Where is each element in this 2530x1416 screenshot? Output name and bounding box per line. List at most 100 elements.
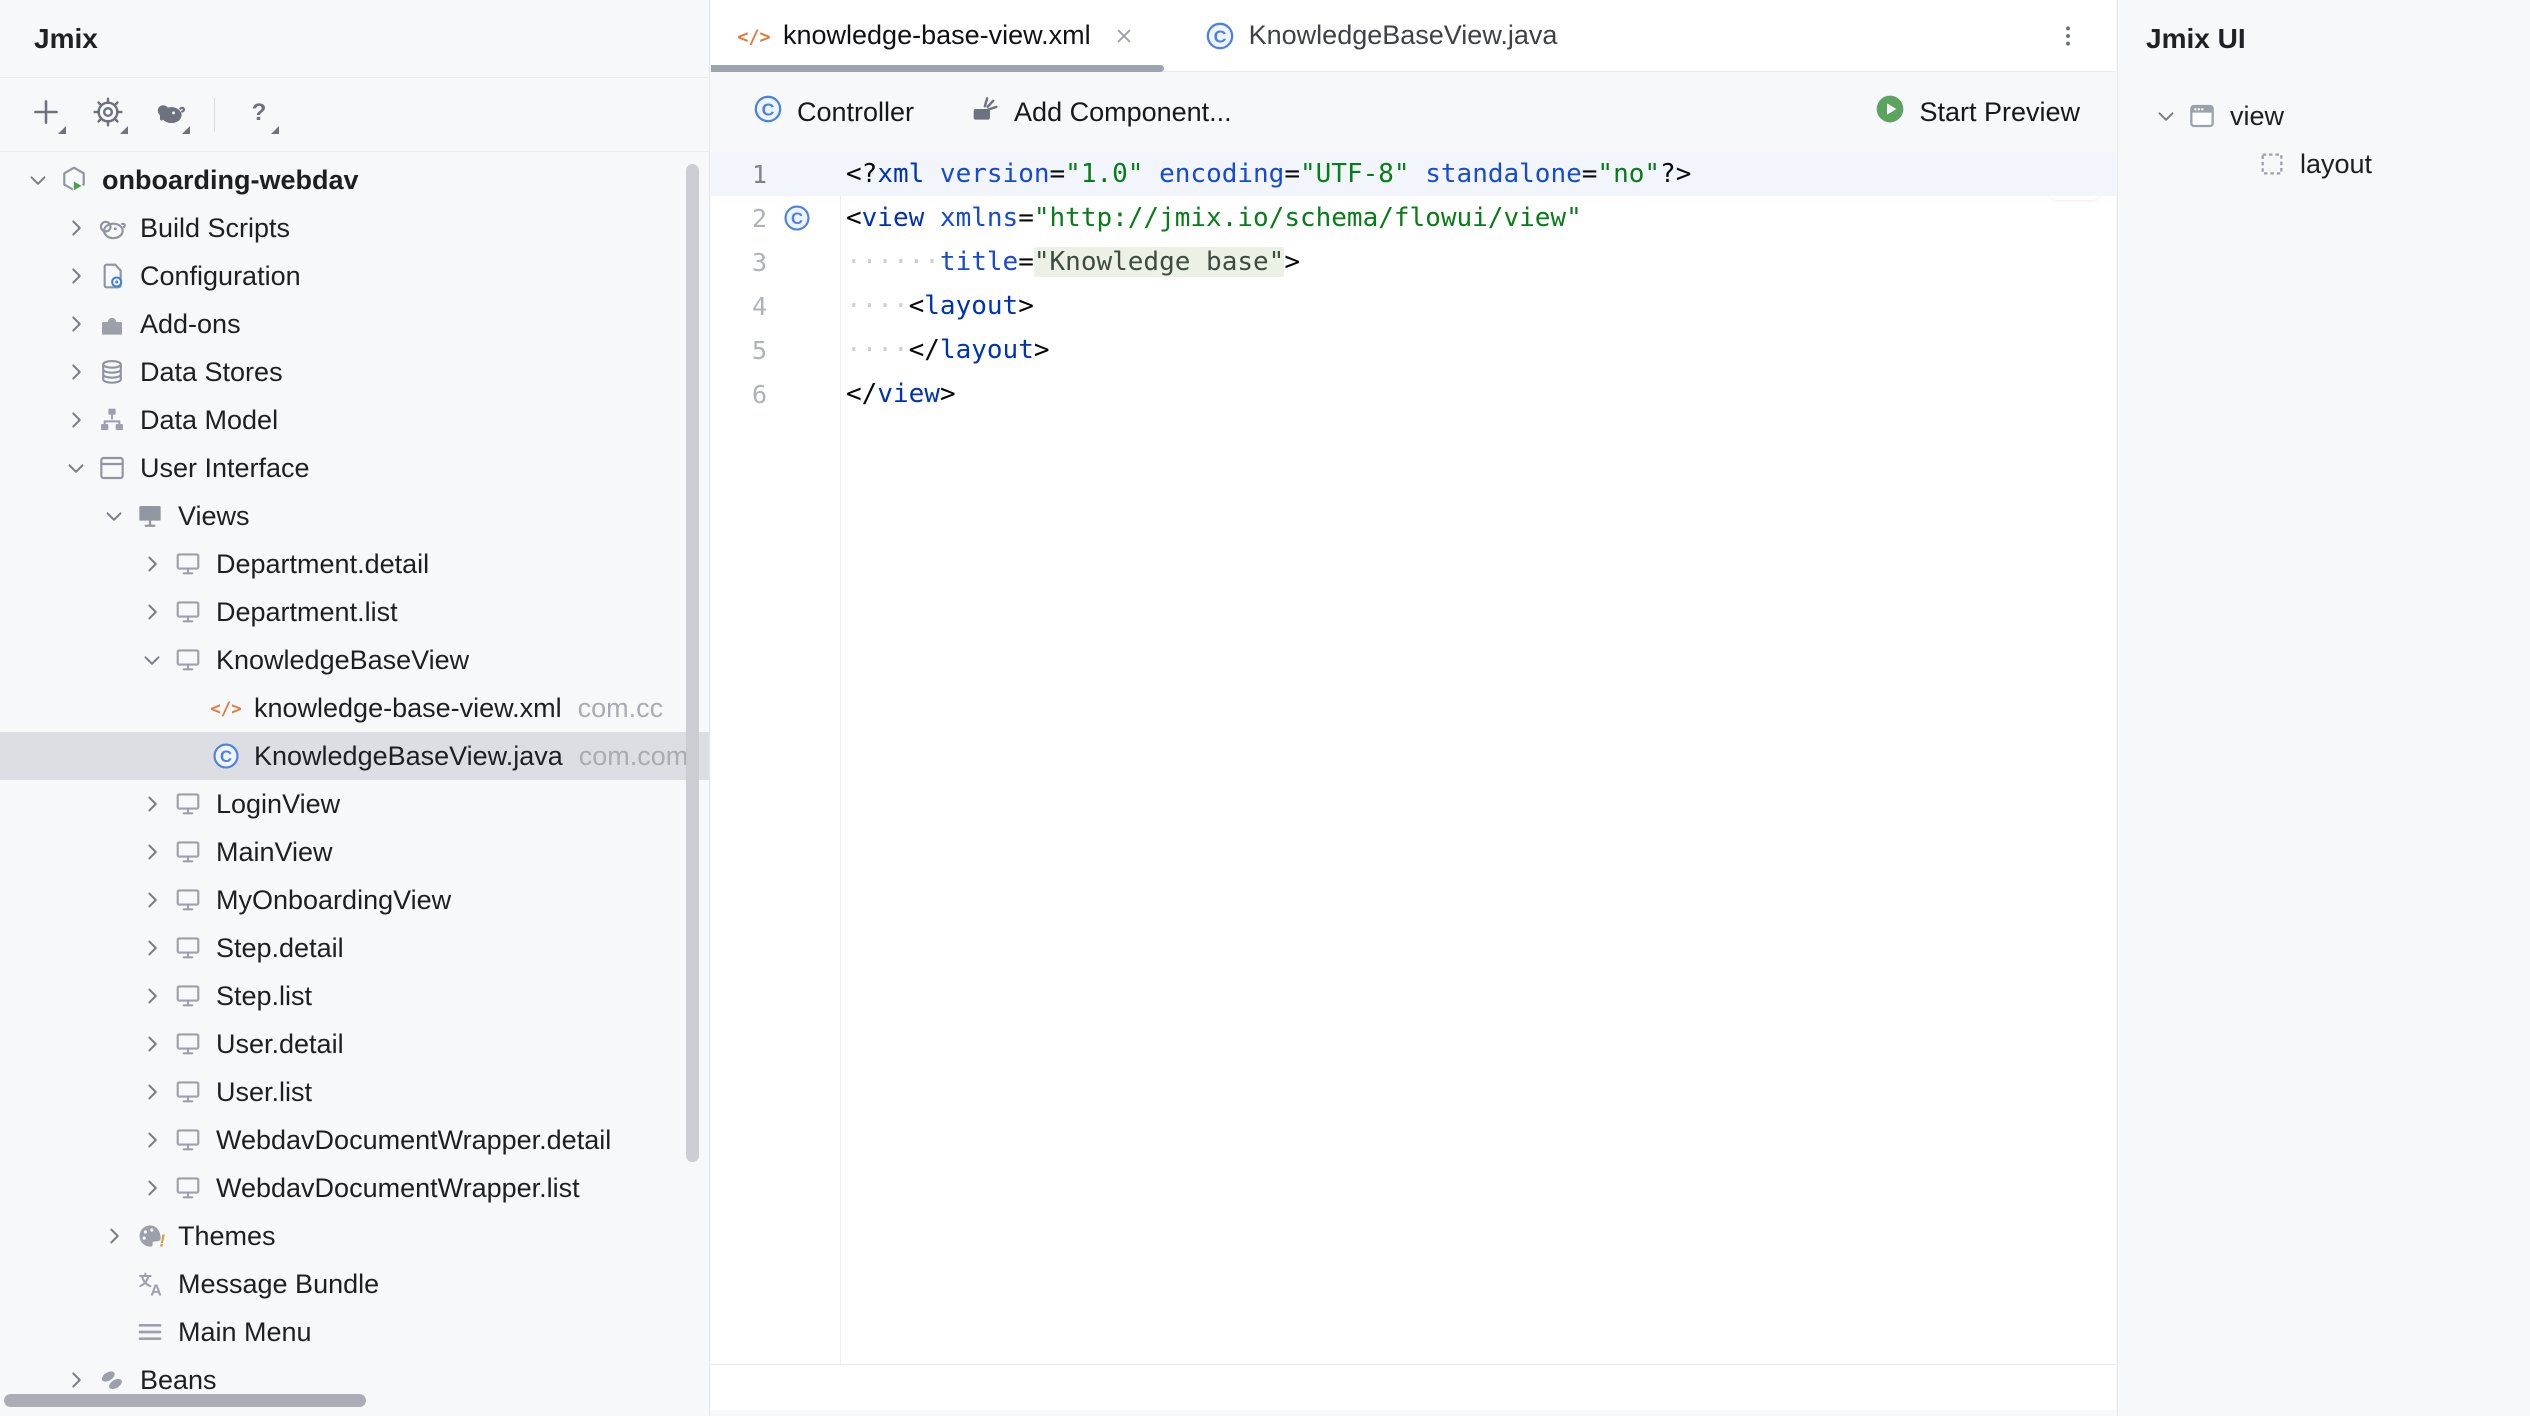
tree-item-user-list[interactable]: User.list — [0, 1068, 709, 1116]
chevron-right-icon[interactable] — [58, 258, 94, 294]
chevron-right-icon[interactable] — [96, 1218, 132, 1254]
token-w: ···· — [846, 291, 909, 321]
help-button[interactable]: ? — [235, 91, 283, 139]
chevron-right-icon[interactable] — [134, 786, 170, 822]
chevron-spacer — [172, 690, 208, 726]
component-tree-item-layout[interactable]: layout — [2118, 140, 2530, 188]
tree-item-build-scripts[interactable]: Build Scripts — [0, 204, 709, 252]
chevron-right-icon[interactable] — [134, 546, 170, 582]
chevron-right-icon[interactable] — [134, 882, 170, 918]
chevron-down-icon[interactable] — [58, 450, 94, 486]
java-class-icon: C — [208, 738, 244, 774]
package-suffix: com.com — [579, 741, 689, 772]
tree-item-add-ons[interactable]: Add-ons — [0, 300, 709, 348]
tree-item-webdavdocumentwrapper-list[interactable]: WebdavDocumentWrapper.list — [0, 1164, 709, 1212]
tree-item-step-list[interactable]: Step.list — [0, 972, 709, 1020]
chevron-right-icon[interactable] — [134, 594, 170, 630]
start-preview-button[interactable]: Start Preview — [1874, 93, 2080, 132]
chevron-right-icon[interactable] — [58, 210, 94, 246]
svg-text:C: C — [762, 99, 775, 119]
token-a: standalone — [1410, 159, 1582, 189]
chevron-right-icon[interactable] — [134, 1122, 170, 1158]
tree-item-configuration[interactable]: Configuration — [0, 252, 709, 300]
view-monitor-icon — [170, 882, 206, 918]
chevron-right-icon[interactable] — [134, 1074, 170, 1110]
code-line-6[interactable]: 6</view> — [711, 372, 2116, 416]
chevron-right-icon[interactable] — [134, 930, 170, 966]
code-line-1[interactable]: 1<?xml version="1.0" encoding="UTF-8" st… — [711, 152, 2116, 196]
tree-item-department-list[interactable]: Department.list — [0, 588, 709, 636]
svg-text:C: C — [220, 747, 232, 766]
tab-knowledge-base-view-xml[interactable]: </> knowledge-base-view.xml — [711, 0, 1161, 71]
settings-button[interactable] — [84, 91, 132, 139]
token-p: < — [846, 203, 862, 233]
controller-class-icon: C — [751, 92, 785, 133]
config-file-icon — [94, 258, 130, 294]
tab-label: KnowledgeBaseView.java — [1249, 20, 1558, 51]
chevron-down-icon[interactable] — [2148, 98, 2184, 134]
tree-horizontal-scrollbar[interactable] — [4, 1394, 366, 1407]
chevron-right-icon[interactable] — [58, 402, 94, 438]
tree-item-user-detail[interactable]: User.detail — [0, 1020, 709, 1068]
controller-button[interactable]: C Controller — [751, 92, 914, 133]
view-monitor-icon — [170, 546, 206, 582]
tree-item-step-detail[interactable]: Step.detail — [0, 924, 709, 972]
code-line-5[interactable]: 5····</layout> — [711, 328, 2116, 372]
data-model-icon — [94, 402, 130, 438]
tree-vertical-scrollbar[interactable] — [686, 164, 699, 1162]
chevron-spacer — [96, 1266, 132, 1302]
token-s: "no" — [1597, 159, 1660, 189]
chevron-down-icon[interactable] — [96, 498, 132, 534]
token-p: = — [1018, 203, 1034, 233]
tree-item-message-bundle[interactable]: AMessage Bundle — [0, 1260, 709, 1308]
code-line-4[interactable]: 4····<layout> — [711, 284, 2116, 328]
code-editor[interactable]: 1<?xml version="1.0" encoding="UTF-8" st… — [711, 152, 2116, 1364]
chevron-right-icon[interactable] — [58, 306, 94, 342]
jmix-ui-tool-window: Jmix UI viewlayout — [2117, 0, 2530, 1416]
tree-item-department-detail[interactable]: Department.detail — [0, 540, 709, 588]
tree-item-knowledge-base-view-xml[interactable]: </>knowledge-base-view.xmlcom.cc — [0, 684, 709, 732]
tree-item-label: Step.list — [216, 981, 312, 1012]
gradle-outline-icon — [94, 210, 130, 246]
ui-window-icon — [94, 450, 130, 486]
code-line-2[interactable]: 2C<view xmlns="http://jmix.io/schema/flo… — [711, 196, 2116, 240]
close-icon[interactable] — [1111, 23, 1137, 49]
tree-item-onboarding-webdav[interactable]: onboarding-webdav — [0, 156, 709, 204]
add-button[interactable] — [22, 91, 70, 139]
gutter: 3 — [711, 248, 840, 277]
tree-item-views[interactable]: Views — [0, 492, 709, 540]
gradle-button[interactable] — [146, 91, 194, 139]
svg-text:</>: </> — [737, 27, 770, 48]
tree-item-data-model[interactable]: Data Model — [0, 396, 709, 444]
token-p: </ — [846, 379, 877, 409]
chevron-right-icon[interactable] — [58, 354, 94, 390]
tree-item-myonboardingview[interactable]: MyOnboardingView — [0, 876, 709, 924]
chevron-right-icon[interactable] — [58, 1362, 94, 1398]
chevron-right-icon[interactable] — [134, 978, 170, 1014]
chevron-down-icon[interactable] — [20, 162, 56, 198]
add-component-button[interactable]: Add Component... — [968, 92, 1232, 133]
view-monitor-icon — [170, 978, 206, 1014]
code-text: </view> — [840, 379, 956, 409]
tree-item-mainview[interactable]: MainView — [0, 828, 709, 876]
tab-options-kebab-icon[interactable] — [2050, 18, 2086, 54]
svg-text:A: A — [150, 1282, 162, 1299]
component-tree-item-view[interactable]: view — [2118, 92, 2530, 140]
tree-item-knowledgebaseview[interactable]: KnowledgeBaseView — [0, 636, 709, 684]
tree-item-knowledgebaseview-java[interactable]: CKnowledgeBaseView.javacom.com — [0, 732, 709, 780]
controller-class-gutter-icon[interactable]: C — [781, 202, 813, 234]
chevron-right-icon[interactable] — [134, 1170, 170, 1206]
tree-item-data-stores[interactable]: Data Stores — [0, 348, 709, 396]
project-tree: onboarding-webdavBuild ScriptsConfigurat… — [0, 152, 709, 1404]
chevron-right-icon[interactable] — [134, 834, 170, 870]
tree-item-webdavdocumentwrapper-detail[interactable]: WebdavDocumentWrapper.detail — [0, 1116, 709, 1164]
tree-item-loginview[interactable]: LoginView — [0, 780, 709, 828]
tree-item-user-interface[interactable]: User Interface — [0, 444, 709, 492]
line-number: 2 — [711, 204, 767, 233]
tab-knowledgebaseview-java[interactable]: C KnowledgeBaseView.java — [1183, 0, 1578, 71]
tree-item-themes[interactable]: !Themes — [0, 1212, 709, 1260]
chevron-right-icon[interactable] — [134, 1026, 170, 1062]
chevron-down-icon[interactable] — [134, 642, 170, 678]
code-line-3[interactable]: 3······title="Knowledge base"> — [711, 240, 2116, 284]
tree-item-main-menu[interactable]: Main Menu — [0, 1308, 709, 1356]
